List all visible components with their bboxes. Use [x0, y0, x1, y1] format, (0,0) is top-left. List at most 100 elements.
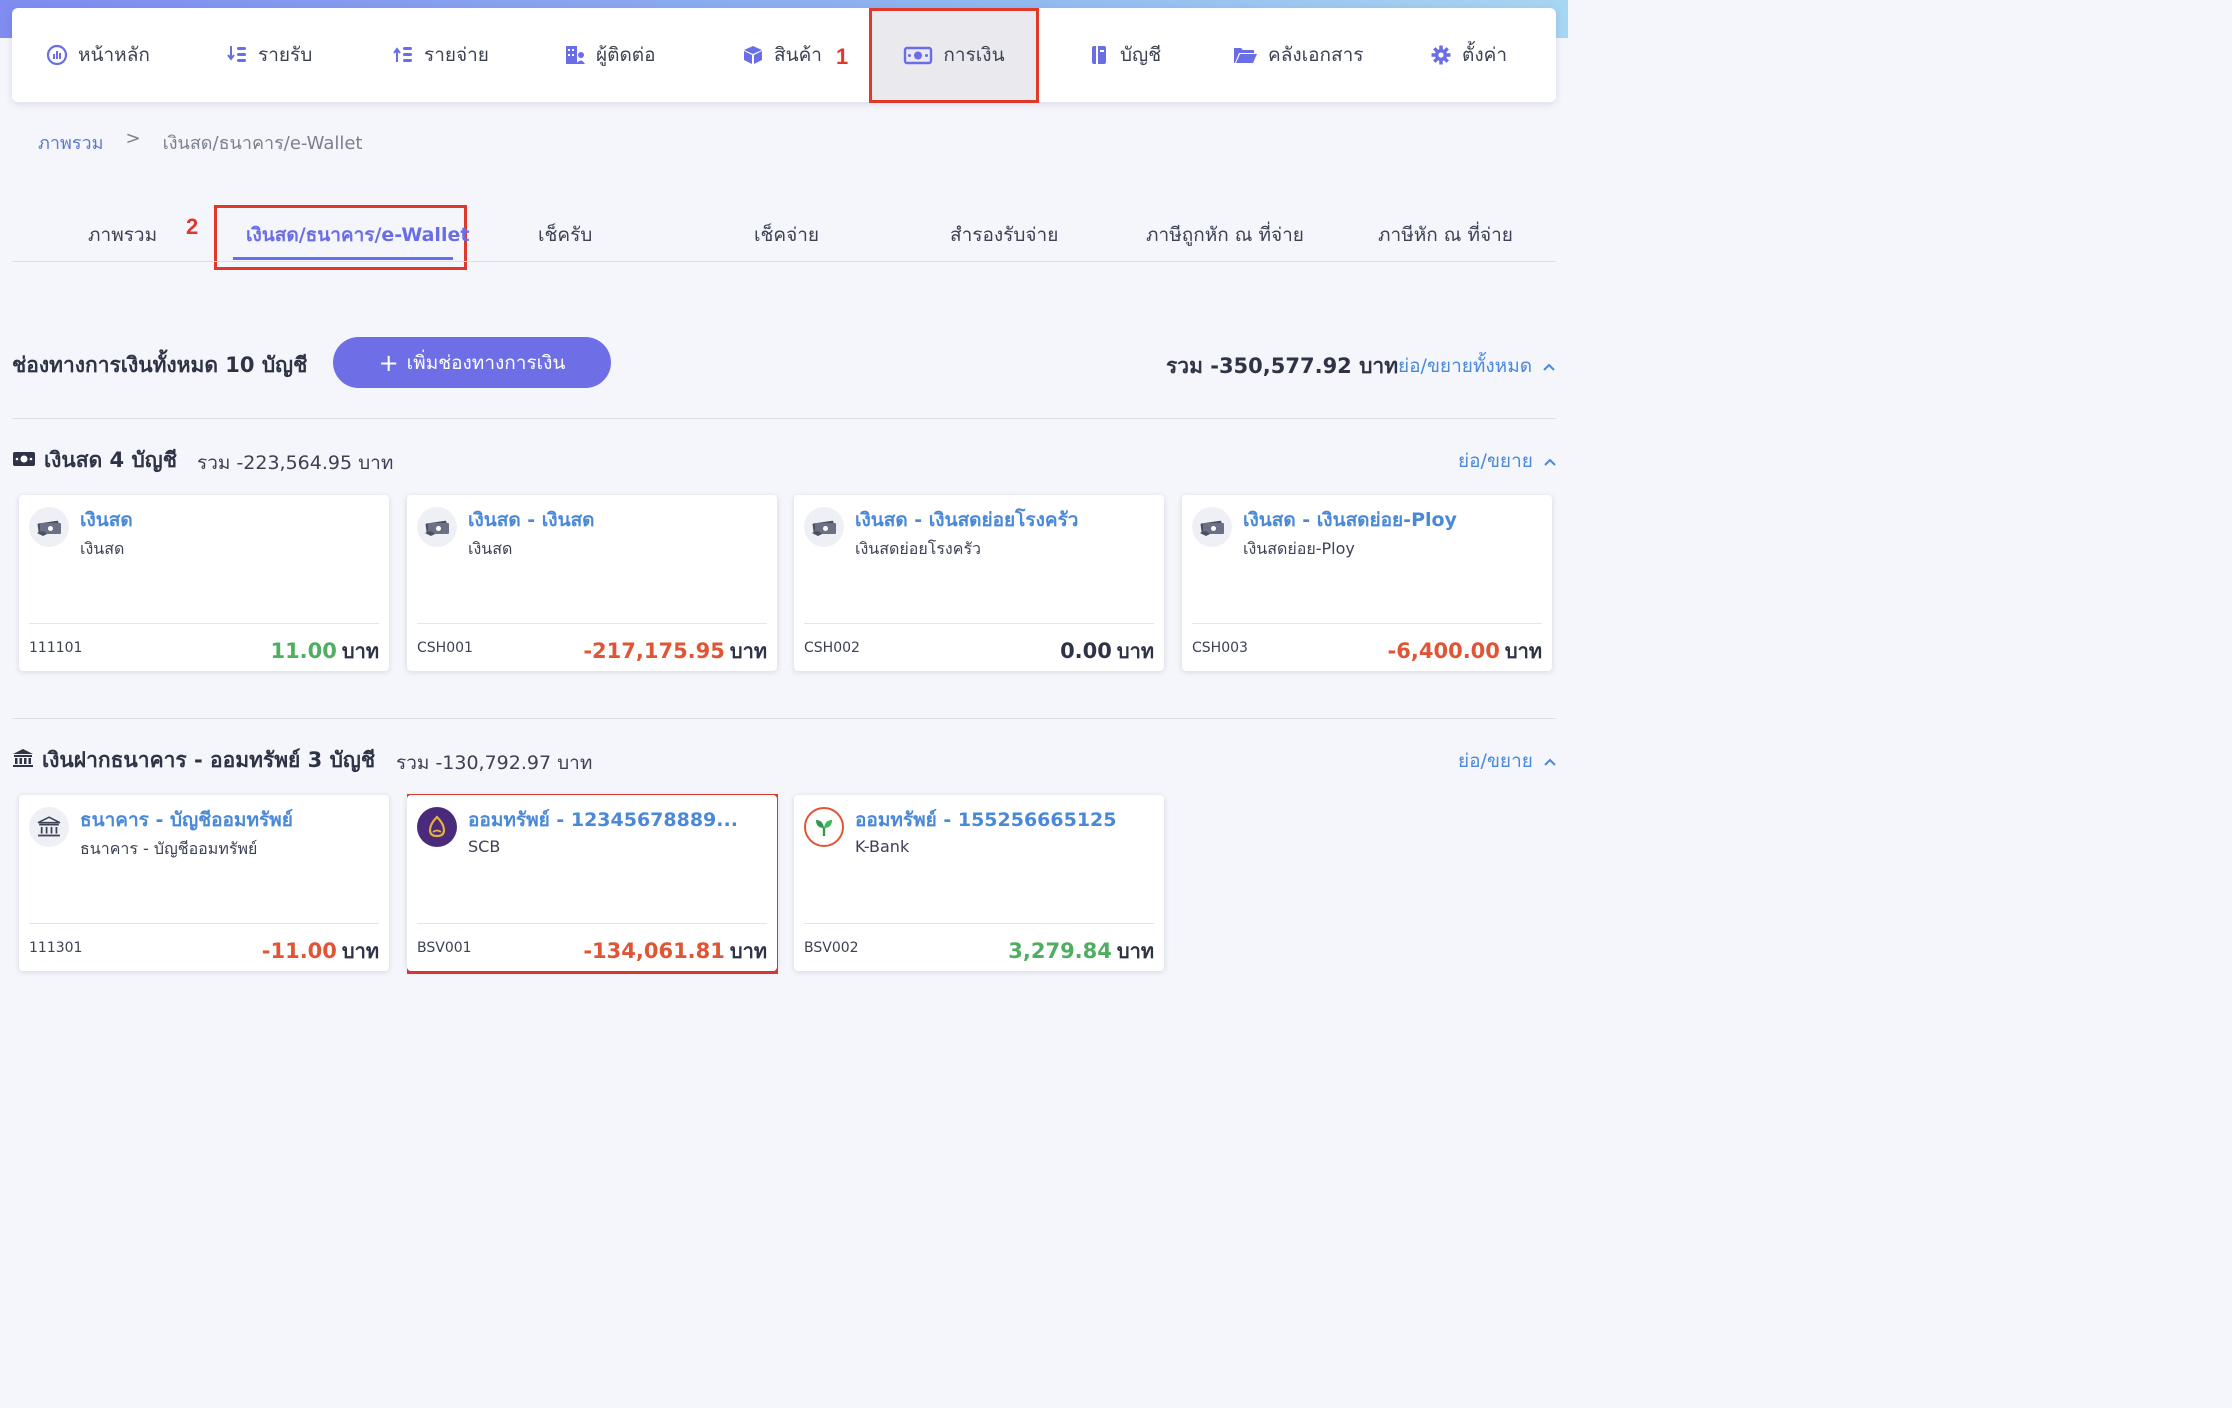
plus-icon: + [378, 348, 399, 377]
account-card-cash-csh003[interactable]: เงินสด - เงินสดย่อย-Ploy เงินสดย่อย-Ploy… [1182, 495, 1552, 671]
nav-label: ผู้ติดต่อ [596, 44, 656, 66]
nav-item-settings[interactable]: ตั้งค่า [1430, 8, 1507, 102]
breadcrumb: ภาพรวม > เงินสด/ธนาคาร/e-Wallet [38, 128, 363, 157]
card-subtitle: K-Bank [855, 837, 910, 856]
card-subtitle: เงินสดย่อย-Ploy [1243, 539, 1355, 558]
account-card-bank-bsv002[interactable]: ออมทรัพย์ - 155256665125 K-Bank BSV002 3… [794, 795, 1164, 971]
breadcrumb-current: เงินสด/ธนาคาร/e-Wallet [162, 133, 363, 154]
card-account-code: 111301 [29, 940, 83, 956]
bank-section-title: เงินฝากธนาคาร - ออมทรัพย์ 3 บัญชี [12, 744, 375, 777]
tab-tax-withheld[interactable]: ภาษีหัก ณ ที่จ่าย [1378, 220, 1513, 250]
subtab-bar: ภาพรวม เงินสด/ธนาคาร/e-Wallet เช็ครับ เช… [12, 196, 1556, 262]
card-amount-unit: บาท [729, 939, 767, 963]
card-title: เงินสด - เงินสดย่อยโรงครัว [855, 509, 1079, 531]
cash-section-total: รวม -223,564.95 บาท [197, 452, 394, 474]
card-title: เงินสด - เงินสดย่อย-Ploy [1243, 509, 1457, 531]
card-subtitle: เงินสดย่อยโรงครัว [855, 539, 982, 558]
card-title: เงินสด [80, 509, 133, 531]
card-title: ธนาคาร - บัญชีออมทรัพย์ [80, 809, 293, 831]
breadcrumb-separator: > [125, 128, 141, 149]
card-amount-unit: บาท [1116, 639, 1154, 663]
card-subtitle: ธนาคาร - บัญชีออมทรัพย์ [80, 839, 258, 858]
tab-cash-bank-ewallet[interactable]: เงินสด/ธนาคาร/e-Wallet [246, 220, 469, 250]
card-divider [1192, 623, 1542, 624]
tab-tax-withheld-by-others[interactable]: ภาษีถูกหัก ณ ที่จ่าย [1146, 220, 1304, 250]
callout-number: 1 [836, 44, 849, 69]
card-account-code: CSH001 [417, 640, 473, 656]
top-nav: หน้าหลัก รายรับ รายจ่าย ผู้ติดต่อ สินค้า… [12, 8, 1556, 102]
summary-title: ช่องทางการเงินทั้งหมด 10 บัญชี [12, 353, 308, 377]
tab-petty-reserve[interactable]: สำรองรับจ่าย [950, 220, 1058, 250]
folder-icon [1232, 44, 1258, 66]
card-amount-unit: บาท [729, 639, 767, 663]
tab-cheque-received[interactable]: เช็ครับ [538, 220, 592, 250]
account-card-cash-csh002[interactable]: เงินสด - เงินสดย่อยโรงครัว เงินสดย่อยโรง… [794, 495, 1164, 671]
collapse-all-toggle[interactable]: ย่อ/ขยายทั้งหมด [1398, 351, 1556, 381]
account-card-bank-bsv001[interactable]: ออมทรัพย์ - 12345678889... SCB BSV001 -1… [407, 795, 777, 971]
account-card-cash-111101[interactable]: เงินสด เงินสด 111101 11.00 บาท [19, 495, 389, 671]
bank-section-label: เงินฝากธนาคาร - ออมทรัพย์ 3 บัญชี [42, 748, 376, 772]
nav-label: สินค้า [774, 44, 822, 66]
tab-cheque-paid[interactable]: เช็คจ่าย [754, 220, 819, 250]
card-amount-value: -11.00 [261, 939, 337, 963]
card-divider [417, 923, 767, 924]
card-divider [804, 923, 1154, 924]
card-title: เงินสด - เงินสด [468, 509, 595, 531]
nav-label: หน้าหลัก [78, 44, 150, 66]
card-divider [29, 923, 379, 924]
gear-icon [1430, 44, 1452, 66]
contacts-icon [564, 44, 586, 66]
bank-icon [29, 807, 69, 847]
cash-section-header: เงินสด 4 บัญชี รวม -223,564.95 บาท ย่อ/ข… [12, 442, 1556, 476]
divider [12, 718, 1556, 719]
nav-item-contacts[interactable]: ผู้ติดต่อ [564, 8, 656, 102]
cash-bill-icon [29, 507, 69, 547]
chevron-up-icon [1542, 355, 1556, 377]
card-amount-value: 3,279.84 [1008, 939, 1112, 963]
card-amount-value: 0.00 [1060, 639, 1112, 663]
card-amount: 11.00 บาท [270, 635, 379, 667]
card-amount-unit: บาท [341, 939, 379, 963]
card-account-code: 111101 [29, 640, 83, 656]
collapse-all-label: ย่อ/ขยายทั้งหมด [1398, 355, 1533, 377]
summary-row: ช่องทางการเงินทั้งหมด 10 บัญชี + เพิ่มช่… [12, 337, 1556, 389]
nav-item-income[interactable]: รายรับ [226, 8, 312, 102]
card-subtitle: เงินสด [80, 539, 125, 558]
nav-item-accounting[interactable]: บัญชี [1088, 8, 1161, 102]
dashboard-icon [46, 44, 68, 66]
card-title: ออมทรัพย์ - 155256665125 [855, 809, 1117, 831]
card-amount-unit: บาท [1504, 639, 1542, 663]
nav-item-home[interactable]: หน้าหลัก [46, 8, 150, 102]
toggle-label: ย่อ/ขยาย [1458, 450, 1533, 472]
card-account-code: BSV001 [417, 940, 472, 956]
bank-section-header: เงินฝากธนาคาร - ออมทรัพย์ 3 บัญชี รวม -1… [12, 742, 1556, 776]
card-amount: 0.00 บาท [1060, 635, 1154, 667]
tab-overview[interactable]: ภาพรวม [88, 220, 157, 250]
cash-money-icon [12, 449, 36, 473]
nav-label: การเงิน [943, 44, 1005, 66]
nav-item-finance[interactable]: การเงิน [871, 8, 1037, 102]
nav-item-documents[interactable]: คลังเอกสาร [1232, 8, 1364, 102]
expense-icon [392, 44, 414, 66]
add-channel-button[interactable]: + เพิ่มช่องทางการเงิน [333, 337, 611, 388]
nav-label: ตั้งค่า [1462, 44, 1507, 66]
cash-bill-icon [1192, 507, 1232, 547]
nav-label: รายรับ [258, 44, 313, 66]
bank-section-toggle[interactable]: ย่อ/ขยาย [1458, 746, 1557, 776]
card-divider [417, 623, 767, 624]
account-card-cash-csh001[interactable]: เงินสด - เงินสด เงินสด CSH001 -217,175.9… [407, 495, 777, 671]
money-icon [903, 44, 933, 66]
card-amount: -6,400.00 บาท [1388, 635, 1542, 667]
breadcrumb-root-link[interactable]: ภาพรวม [38, 128, 103, 157]
card-amount-value: -217,175.95 [583, 639, 725, 663]
card-title: ออมทรัพย์ - 12345678889... [468, 809, 738, 831]
nav-item-expense[interactable]: รายจ่าย [392, 8, 489, 102]
chevron-up-icon [1543, 750, 1557, 772]
summary-total: รวม -350,577.92 บาท [1166, 354, 1399, 378]
nav-item-products[interactable]: สินค้า [742, 8, 822, 102]
ledger-icon [1088, 44, 1110, 66]
cash-section-toggle[interactable]: ย่อ/ขยาย [1458, 446, 1557, 476]
account-card-bank-111301[interactable]: ธนาคาร - บัญชีออมทรัพย์ ธนาคาร - บัญชีออ… [19, 795, 389, 971]
bank-section-total: รวม -130,792.97 บาท [396, 752, 593, 774]
card-divider [29, 623, 379, 624]
